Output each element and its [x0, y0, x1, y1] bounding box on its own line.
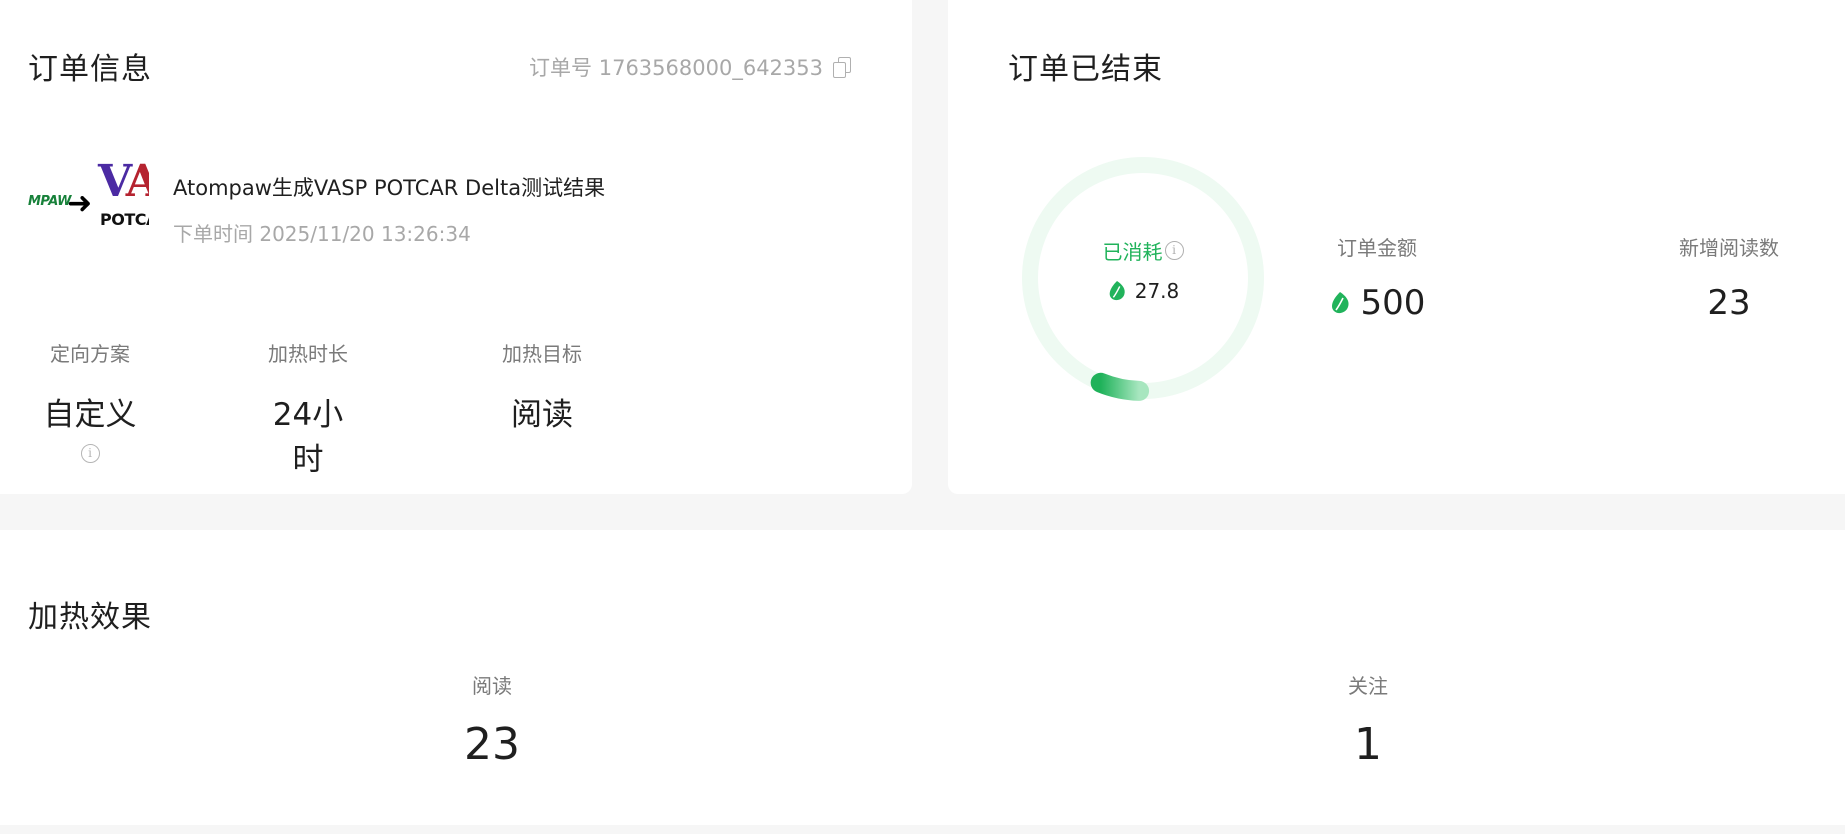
thumbnail-vasp-logo: VAS — [98, 160, 149, 207]
effect-title: 加热效果 — [28, 600, 152, 635]
effect-card: 加热效果 阅读 23 关注 1 — [0, 530, 1845, 825]
effect-follows: 关注 1 — [1268, 670, 1468, 770]
amount-label: 订单金额 — [1337, 236, 1417, 260]
thumbnail-potcar-text: POTCA — [100, 210, 149, 229]
consumed-value: 27.8 — [1107, 278, 1180, 303]
amount-number: 500 — [1360, 283, 1426, 323]
consumed-label: 已消耗 i — [1103, 236, 1184, 265]
stat-label: 定向方案 — [50, 342, 130, 366]
leaf-coin-icon — [1109, 280, 1125, 300]
consumption-center: 已消耗 i 27.8 — [1018, 153, 1268, 403]
info-icon[interactable]: i — [80, 444, 100, 463]
info-icon[interactable]: i — [1164, 240, 1184, 260]
arrow-right-icon: ➜ — [67, 186, 93, 221]
stat-duration: 加热时长 24小时 — [258, 338, 358, 479]
order-amount: 订单金额 500 — [1302, 232, 1452, 323]
new-reads: 新增阅读数 23 — [1659, 232, 1799, 323]
stat-value: 阅读 — [511, 397, 573, 433]
stat-value: 24小时 — [272, 397, 344, 478]
stat-targeting: 定向方案 自定义 i — [40, 338, 140, 470]
copy-icon[interactable] — [833, 57, 851, 78]
article-title[interactable]: Atompaw生成VASP POTCAR Delta测试结果 — [173, 172, 605, 202]
amount-value: 500 — [1302, 283, 1452, 323]
targeting-value: 自定义 — [43, 397, 137, 433]
order-info-title: 订单信息 — [28, 52, 152, 87]
order-number-text: 订单号 1763568000_642353 — [529, 56, 823, 80]
article-info: Atompaw生成VASP POTCAR Delta测试结果 下单时间 2025… — [173, 160, 605, 247]
leaf-coin-icon — [1331, 292, 1349, 314]
order-number: 订单号 1763568000_642353 — [529, 52, 851, 82]
consumed-label-text: 已消耗 — [1102, 239, 1163, 264]
order-status-title: 订单已结束 — [1008, 52, 1163, 87]
consumed-number: 27.8 — [1134, 278, 1180, 303]
stat-label: 加热时长 — [268, 342, 348, 366]
order-info-card: 订单信息 订单号 1763568000_642353 MPAW ➜ VAS PO… — [0, 0, 912, 494]
stat-target: 加热目标 阅读 — [492, 338, 592, 434]
new-reads-label: 新增阅读数 — [1679, 236, 1779, 260]
effect-reads: 阅读 23 — [392, 670, 592, 770]
effect-follows-value: 1 — [1354, 719, 1382, 770]
effect-reads-value: 23 — [464, 719, 520, 770]
article-thumbnail: MPAW ➜ VAS POTCA — [28, 160, 149, 234]
stat-label: 加热目标 — [502, 342, 582, 366]
order-time: 下单时间 2025/11/20 13:26:34 — [173, 222, 471, 246]
thumbnail-atompaw-text: MPAW — [28, 194, 71, 209]
article-summary[interactable]: MPAW ➜ VAS POTCA Atompaw生成VASP POTCAR De… — [28, 160, 605, 247]
stat-value: 自定义 i — [40, 389, 140, 470]
new-reads-value: 23 — [1707, 283, 1751, 323]
effect-follows-label: 关注 — [1348, 674, 1388, 698]
effect-reads-label: 阅读 — [472, 674, 512, 698]
consumption-ring: 已消耗 i 27.8 — [1018, 153, 1268, 403]
